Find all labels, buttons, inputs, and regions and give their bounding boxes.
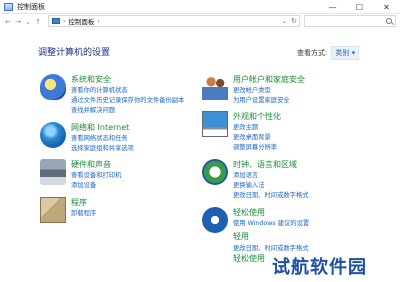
search-icon[interactable] (386, 18, 392, 24)
category-title[interactable]: 硬件和声音 (71, 159, 111, 170)
program-box-icon[interactable] (40, 197, 66, 223)
page-title: 调整计算机的设置 (38, 48, 111, 58)
category-link[interactable]: 更改桌面背景 (233, 132, 271, 141)
category-link[interactable]: 查看网络状态和任务 (71, 133, 128, 142)
category-link[interactable]: 添加语言 (233, 170, 258, 179)
category-title[interactable]: 网络和 Internet (71, 122, 129, 133)
address-dropdown-icon[interactable]: ⌄ (282, 18, 287, 25)
category-link[interactable]: 通过文件历史记录保存你的文件备份副本 (71, 95, 184, 104)
minimize-button[interactable]: — (319, 0, 346, 14)
category-link[interactable]: 更改日期、时间或数字格式 (233, 190, 309, 199)
monitor-icon[interactable] (202, 111, 228, 137)
view-by-dropdown[interactable]: 类别 ▾ (331, 46, 360, 60)
category-link[interactable]: 更改帐户类型 (233, 85, 271, 94)
category-link[interactable]: 选择家庭组和共享选项 (71, 143, 134, 152)
close-button[interactable]: ✕ (373, 0, 400, 14)
category-link[interactable]: 卸载程序 (71, 208, 96, 217)
category-link[interactable]: 查看你的计算机状态 (71, 85, 128, 94)
category-link[interactable]: 更改主题 (233, 122, 258, 131)
maximize-button[interactable]: ☐ (346, 0, 373, 14)
forward-arrow-icon[interactable]: → (13, 16, 23, 28)
shield-icon[interactable] (40, 74, 66, 100)
control-panel-icon (4, 2, 13, 11)
category-link[interactable]: 查找并解决问题 (71, 105, 115, 114)
control-panel-location-icon (52, 18, 60, 24)
category-title[interactable]: 程序 (71, 197, 87, 208)
category-title[interactable]: 轻松使用 (233, 207, 265, 218)
refresh-icon[interactable]: ↻ (291, 17, 297, 25)
view-by: 查看方式: 类别 ▾ (297, 46, 360, 60)
accessibility-icon[interactable] (202, 207, 228, 233)
title-bar: 控制面板 — ☐ ✕ (0, 0, 400, 14)
category-title[interactable]: 轻用 (233, 231, 249, 242)
window-controls: — ☐ ✕ (319, 0, 400, 14)
view-by-label: 查看方式: (297, 49, 328, 57)
clock-globe-icon[interactable] (202, 159, 228, 185)
category-link[interactable]: 调整屏幕分辨率 (233, 142, 277, 151)
globe-icon[interactable] (40, 122, 66, 148)
category-title[interactable]: 轻松使用 (233, 253, 265, 264)
category-link[interactable]: 更换输入法 (233, 180, 264, 189)
category-link[interactable]: 为用户设置家庭安全 (233, 95, 290, 104)
window-title: 控制面板 (17, 2, 45, 11)
address-field[interactable]: › 控制面板 › ⌄ ↻ (48, 15, 300, 27)
category-link[interactable]: 更改日期、时间或数字格式 (233, 243, 309, 252)
watermark: 试航软件园 (272, 257, 367, 278)
address-bar: ← → ⌄ ↑ › 控制面板 › ⌄ ↻ (0, 14, 400, 29)
category-link[interactable]: 添加设备 (71, 180, 96, 189)
back-arrow-icon[interactable]: ← (3, 16, 13, 28)
category-title[interactable]: 系统和安全 (71, 74, 111, 85)
category-link[interactable]: 查看设备和打印机 (71, 170, 121, 179)
category-link[interactable]: 使用 Windows 建议的设置 (233, 218, 309, 227)
up-arrow-icon[interactable]: ↑ (33, 16, 43, 28)
chevron-right-icon[interactable]: › (97, 18, 99, 25)
category-title[interactable]: 用户帐户和家庭安全 (233, 74, 305, 85)
search-input[interactable] (304, 15, 396, 27)
chevron-right-icon[interactable]: › (63, 18, 65, 25)
breadcrumb-control-panel[interactable]: 控制面板 (68, 16, 94, 26)
category-title[interactable]: 时钟、语言和区域 (233, 159, 297, 170)
users-icon[interactable] (202, 74, 228, 100)
printer-icon[interactable] (40, 159, 66, 185)
recent-locations-icon[interactable]: ⌄ (23, 16, 33, 28)
category-title[interactable]: 外观和个性化 (233, 111, 281, 122)
